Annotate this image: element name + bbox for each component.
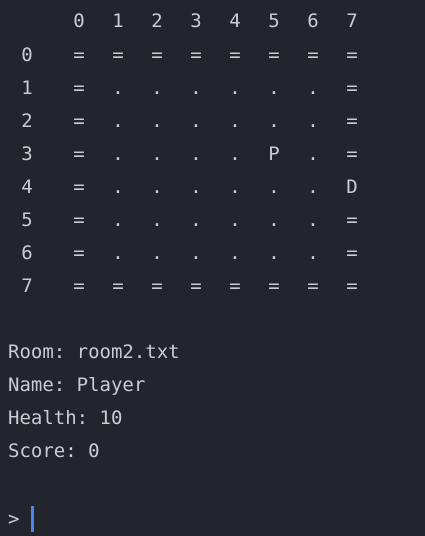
map-tile-wall: = (112, 275, 124, 297)
room-status: Room: room2.txt (8, 341, 180, 363)
map-tile-floor: . (268, 176, 280, 198)
column-header-3: 3 (190, 10, 202, 32)
column-header-1: 1 (112, 10, 124, 32)
health-status: Health: 10 (8, 407, 123, 429)
map-tile-wall: = (346, 275, 358, 297)
map-tile-wall: = (268, 275, 280, 297)
map-tile-floor: . (307, 110, 319, 132)
map-tile-wall: = (73, 143, 85, 165)
column-header-5: 5 (268, 10, 280, 32)
map-tile-wall: = (73, 275, 85, 297)
map-tile-floor: . (151, 242, 163, 264)
map-tile-floor: . (229, 110, 241, 132)
map-tile-wall: = (73, 176, 85, 198)
player-name-status: Name: Player (8, 374, 146, 396)
map-tile-floor: . (112, 143, 124, 165)
map-tile-floor: . (307, 209, 319, 231)
column-header-7: 7 (346, 10, 358, 32)
row-header-6: 6 (21, 242, 33, 264)
map-tile-floor: . (268, 77, 280, 99)
map-tile-floor: . (307, 242, 319, 264)
map-tile-wall: = (268, 44, 280, 66)
map-tile-floor: . (190, 110, 202, 132)
map-tile-wall: = (346, 77, 358, 99)
door-marker: D (346, 176, 358, 198)
map-tile-floor: . (151, 77, 163, 99)
map-tile-wall: = (346, 110, 358, 132)
map-tile-floor: . (190, 242, 202, 264)
map-tile-wall: = (307, 44, 319, 66)
map-tile-floor: . (112, 110, 124, 132)
map-tile-wall: = (307, 275, 319, 297)
row-header-2: 2 (21, 110, 33, 132)
map-tile-wall: = (346, 209, 358, 231)
map-tile-floor: . (190, 176, 202, 198)
map-tile-wall: = (229, 44, 241, 66)
command-prompt[interactable]: > (8, 506, 35, 532)
map-tile-floor: . (307, 143, 319, 165)
map-tile-floor: . (268, 209, 280, 231)
map-tile-floor: . (112, 77, 124, 99)
row-header-7: 7 (21, 275, 33, 297)
map-tile-floor: . (190, 209, 202, 231)
map-tile-floor: . (151, 143, 163, 165)
map-tile-floor: . (229, 176, 241, 198)
row-header-4: 4 (21, 176, 33, 198)
map-tile-floor: . (151, 209, 163, 231)
map-tile-floor: . (112, 209, 124, 231)
map-tile-floor: . (268, 110, 280, 132)
map-tile-floor: . (307, 77, 319, 99)
map-tile-wall: = (112, 44, 124, 66)
map-tile-floor: . (112, 176, 124, 198)
row-header-1: 1 (21, 77, 33, 99)
row-header-3: 3 (21, 143, 33, 165)
map-tile-floor: . (229, 242, 241, 264)
column-header-6: 6 (307, 10, 319, 32)
map-tile-floor: . (190, 77, 202, 99)
map-tile-floor: . (151, 176, 163, 198)
prompt-symbol: > (8, 508, 20, 530)
map-tile-wall: = (229, 275, 241, 297)
text-cursor (31, 506, 35, 532)
map-tile-floor: . (229, 143, 241, 165)
row-header-0: 0 (21, 44, 33, 66)
map-tile-wall: = (346, 143, 358, 165)
map-tile-wall: = (151, 44, 163, 66)
map-tile-wall: = (190, 275, 202, 297)
map-tile-wall: = (73, 44, 85, 66)
map-tile-floor: . (190, 143, 202, 165)
column-header-2: 2 (151, 10, 163, 32)
map-tile-floor: . (229, 77, 241, 99)
map-tile-floor: . (112, 242, 124, 264)
map-tile-wall: = (73, 242, 85, 264)
map-tile-wall: = (151, 275, 163, 297)
map-tile-wall: = (73, 209, 85, 231)
map-tile-wall: = (73, 77, 85, 99)
map-tile-wall: = (346, 44, 358, 66)
score-status: Score: 0 (8, 440, 100, 462)
map-tile-wall: = (73, 110, 85, 132)
map-tile-floor: . (307, 176, 319, 198)
map-tile-floor: . (268, 242, 280, 264)
map-tile-floor: . (151, 110, 163, 132)
map-tile-floor: . (229, 209, 241, 231)
column-header-4: 4 (229, 10, 241, 32)
column-header-0: 0 (73, 10, 85, 32)
map-tile-wall: = (346, 242, 358, 264)
terminal-window: 0 1 2 3 4 5 6 7 0 = = = = = = = = 1 =...... = 2 =...... = 3 =...… (0, 0, 425, 536)
row-header-5: 5 (21, 209, 33, 231)
map-tile-wall: = (190, 44, 202, 66)
player-marker: P (268, 143, 280, 165)
